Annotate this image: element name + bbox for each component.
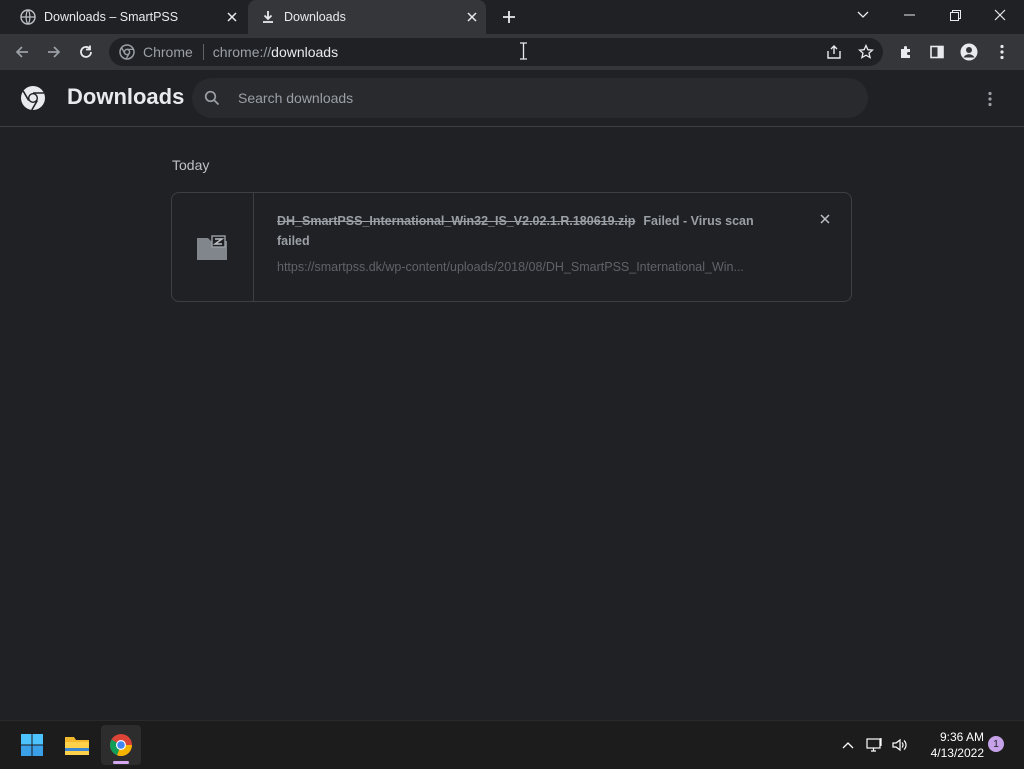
windows-taskbar: 9:36 AM 4/13/2022 xyxy=(0,720,1024,769)
star-icon xyxy=(858,44,874,59)
chrome-site-icon xyxy=(119,44,135,60)
restore-icon xyxy=(949,9,961,21)
search-downloads-box[interactable] xyxy=(192,78,868,118)
chevron-down-icon xyxy=(857,11,869,18)
date-header: Today xyxy=(172,157,210,173)
active-app-indicator xyxy=(113,761,129,764)
remove-from-list-button[interactable] xyxy=(813,207,837,231)
show-hidden-icons-button[interactable] xyxy=(838,735,858,755)
speaker-icon xyxy=(892,738,907,752)
search-icon xyxy=(204,90,220,106)
text-cursor-icon xyxy=(519,42,528,60)
page-title: Downloads xyxy=(67,84,185,109)
close-tab-icon[interactable] xyxy=(220,5,244,29)
notification-badge[interactable]: 1 xyxy=(988,736,1004,752)
chip-divider xyxy=(202,44,204,60)
downloads-header: Downloads xyxy=(0,70,1024,127)
site-chip: Chrome xyxy=(143,44,193,60)
file-explorer-button[interactable] xyxy=(57,725,97,765)
share-icon xyxy=(827,45,841,59)
tab-downloads-smartpss[interactable]: Downloads – SmartPSS xyxy=(8,0,246,34)
close-icon xyxy=(994,9,1006,21)
folder-icon xyxy=(65,737,89,755)
download-item: DH_SmartPSS_International_Win32_IS_V2.02… xyxy=(171,192,852,302)
download-icon xyxy=(260,9,276,25)
search-input[interactable] xyxy=(236,89,868,107)
download-filename-link[interactable]: DH_SmartPSS_International_Win32_IS_V2.02… xyxy=(277,214,635,228)
windows-logo-icon xyxy=(21,734,43,756)
downloads-more-menu-button[interactable] xyxy=(976,85,1004,113)
forward-button[interactable] xyxy=(38,36,70,68)
kebab-menu-icon xyxy=(1000,44,1004,60)
minimize-icon xyxy=(903,14,915,16)
avatar-icon xyxy=(960,43,978,61)
restore-button[interactable] xyxy=(933,0,977,30)
reload-icon xyxy=(80,45,92,58)
bookmark-button[interactable] xyxy=(852,38,880,66)
back-button[interactable] xyxy=(6,36,38,68)
download-details: DH_SmartPSS_International_Win32_IS_V2.02… xyxy=(277,211,767,277)
network-button[interactable] xyxy=(865,735,885,755)
profile-button[interactable] xyxy=(953,36,985,68)
tab-title: Downloads xyxy=(284,10,346,24)
side-panel-icon xyxy=(930,45,944,59)
side-panel-button[interactable] xyxy=(921,36,953,68)
reload-button[interactable] xyxy=(70,36,102,68)
globe-icon xyxy=(20,9,36,25)
tab-downloads[interactable]: Downloads xyxy=(248,0,486,34)
start-button[interactable] xyxy=(12,725,52,765)
clock-date: 4/13/2022 xyxy=(930,746,984,760)
taskbar-clock[interactable]: 9:36 AM 4/13/2022 xyxy=(914,729,984,761)
share-button[interactable] xyxy=(820,38,848,66)
close-tab-icon[interactable] xyxy=(460,5,484,29)
extensions-button[interactable] xyxy=(890,36,922,68)
close-window-button[interactable] xyxy=(978,0,1022,30)
new-tab-button[interactable] xyxy=(497,5,521,29)
arrow-left-icon xyxy=(15,46,28,58)
network-icon xyxy=(866,738,882,752)
browser-toolbar: Chrome chrome://downloads xyxy=(0,34,1024,70)
tab-title: Downloads – SmartPSS xyxy=(44,10,179,24)
clock-time: 9:36 AM xyxy=(939,730,984,744)
tab-search-button[interactable] xyxy=(841,0,885,30)
volume-button[interactable] xyxy=(890,735,910,755)
title-bar: Downloads – SmartPSS Downloads xyxy=(0,0,1024,34)
close-icon xyxy=(820,214,830,224)
download-source-url[interactable]: https://smartpss.dk/wp-content/uploads/2… xyxy=(277,257,771,277)
minimize-button[interactable] xyxy=(887,0,931,30)
chevron-up-icon xyxy=(842,742,854,749)
url-host: downloads xyxy=(271,44,339,60)
address-bar[interactable]: Chrome chrome://downloads xyxy=(109,38,883,66)
url-scheme: chrome:// xyxy=(212,44,272,60)
puzzle-icon xyxy=(901,46,910,58)
plus-icon xyxy=(503,11,515,23)
chrome-logo-icon xyxy=(20,85,46,111)
arrow-right-icon xyxy=(48,46,61,58)
chrome-menu-button[interactable] xyxy=(986,36,1018,68)
chrome-icon xyxy=(109,734,133,757)
chrome-taskbar-button[interactable] xyxy=(101,725,141,765)
file-icon-area xyxy=(172,193,254,301)
kebab-menu-icon xyxy=(988,91,992,107)
zip-file-icon xyxy=(196,233,228,261)
